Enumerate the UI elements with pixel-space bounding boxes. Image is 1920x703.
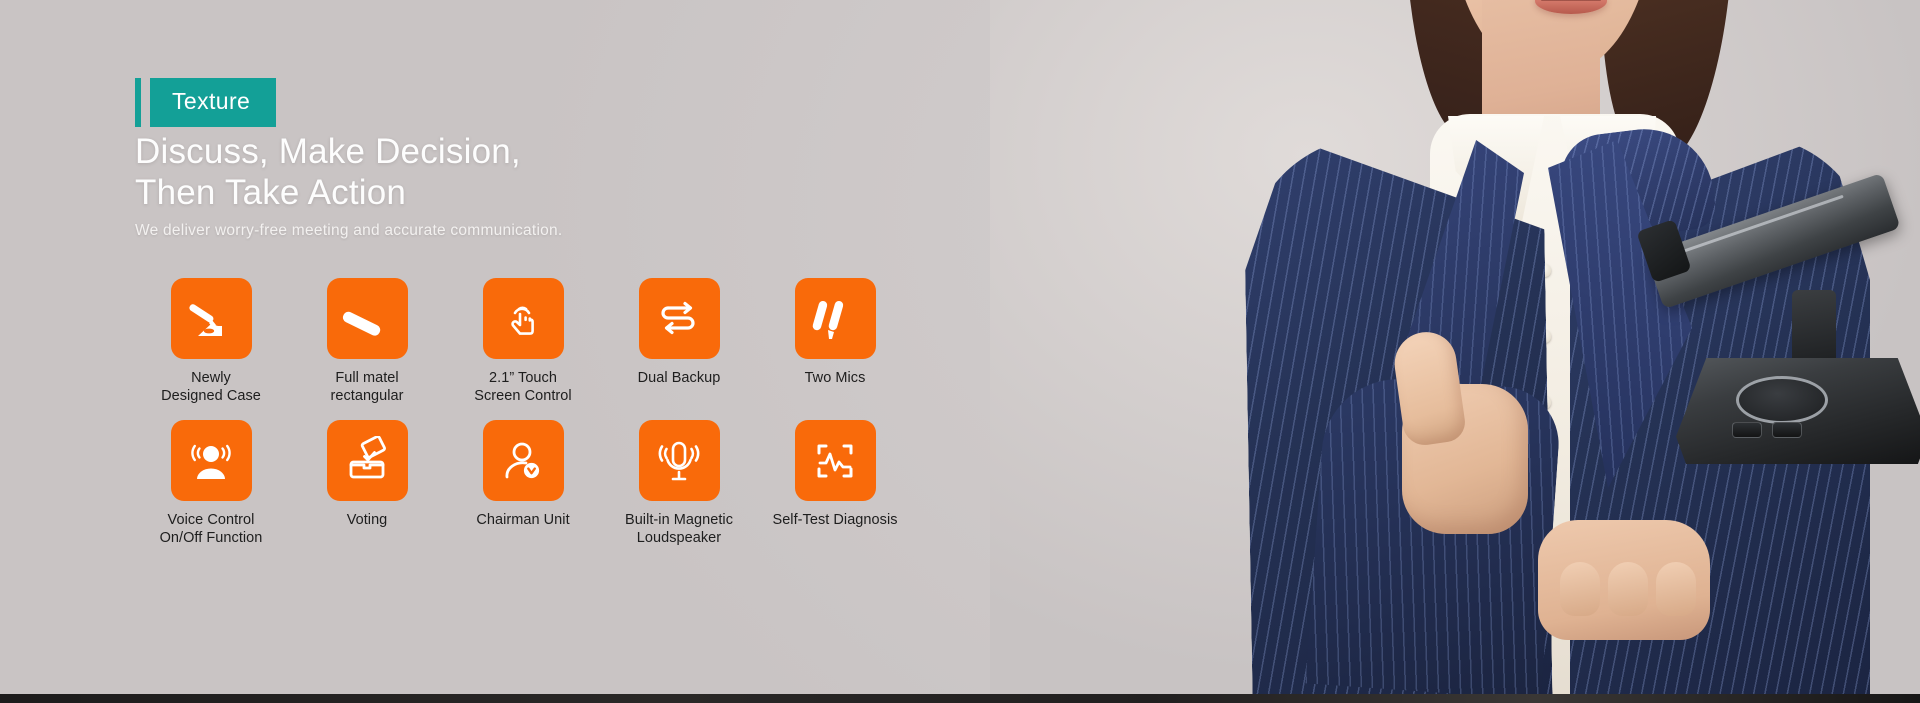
hero-photo [990,0,1920,703]
feature-item-full-metal-rectangular[interactable]: Full matel rectangular [289,278,445,420]
bottom-edge-strip [0,694,1920,703]
feature-item-voice-control[interactable]: Voice Control On/Off Function [133,420,289,562]
feature-item-touch-screen-control[interactable]: 2.1” Touch Screen Control [445,278,601,420]
feature-item-self-test-diagnosis[interactable]: Self-Test Diagnosis [757,420,913,562]
magnetic-loudspeaker-mic-icon [638,420,720,501]
feature-item-two-mics[interactable]: Two Mics [757,278,913,420]
finger [1608,562,1648,616]
gooseneck-microphone-unit-icon [170,278,252,359]
device-button [1772,422,1802,438]
finger [1560,562,1600,616]
headline-line-2: Then Take Action [135,172,407,212]
feature-grid: Newly Designed Case Full matel rectangul… [133,278,913,562]
feature-label: Built-in Magnetic Loudspeaker [624,512,734,546]
feature-label: Self-Test Diagnosis [772,512,898,528]
two-microphones-icon [794,278,876,359]
feature-label: Chairman Unit [476,512,570,528]
voting-ballot-box-icon [326,420,408,501]
feature-item-chairman-unit[interactable]: Chairman Unit [445,420,601,562]
device-button [1732,422,1762,438]
product-feature-banner: Texture Discuss, Make Decision, Then Tak… [0,0,1920,703]
feature-item-dual-backup[interactable]: Dual Backup [601,278,757,420]
voice-control-person-icon [170,420,252,501]
feature-label: 2.1” Touch Screen Control [474,370,572,404]
chairman-person-check-icon [482,420,564,501]
feature-item-voting[interactable]: Voting [289,420,445,562]
feature-item-magnetic-loudspeaker[interactable]: Built-in Magnetic Loudspeaker [601,420,757,562]
conference-microphone-unit [1626,172,1920,470]
page-title: Discuss, Make Decision, Then Take Action [135,132,521,213]
eyebrow-label: Texture [150,78,277,127]
metal-rectangular-bar-icon [326,278,408,359]
dual-backup-arrows-icon [638,278,720,359]
feature-label: Voice Control On/Off Function [159,512,263,546]
headline-line-1: Discuss, Make Decision, [135,132,521,171]
feature-item-newly-designed-case[interactable]: Newly Designed Case [133,278,289,420]
eyebrow-accent-bar [135,78,141,127]
feature-label: Voting [346,512,388,528]
device-hinge [1792,290,1836,368]
finger [1656,562,1696,616]
page-subtitle: We deliver worry-free meeting and accura… [135,222,563,239]
feature-label: Dual Backup [637,370,721,386]
banner-content: Texture Discuss, Make Decision, Then Tak… [135,0,975,703]
feature-label: Two Mics [804,370,866,386]
feature-label: Newly Designed Case [161,370,261,404]
device-speaker-ring [1736,376,1828,424]
section-eyebrow: Texture [135,78,277,127]
self-test-waveform-scan-icon [794,420,876,501]
touch-tap-hand-icon [482,278,564,359]
feature-label: Full matel rectangular [330,370,404,404]
